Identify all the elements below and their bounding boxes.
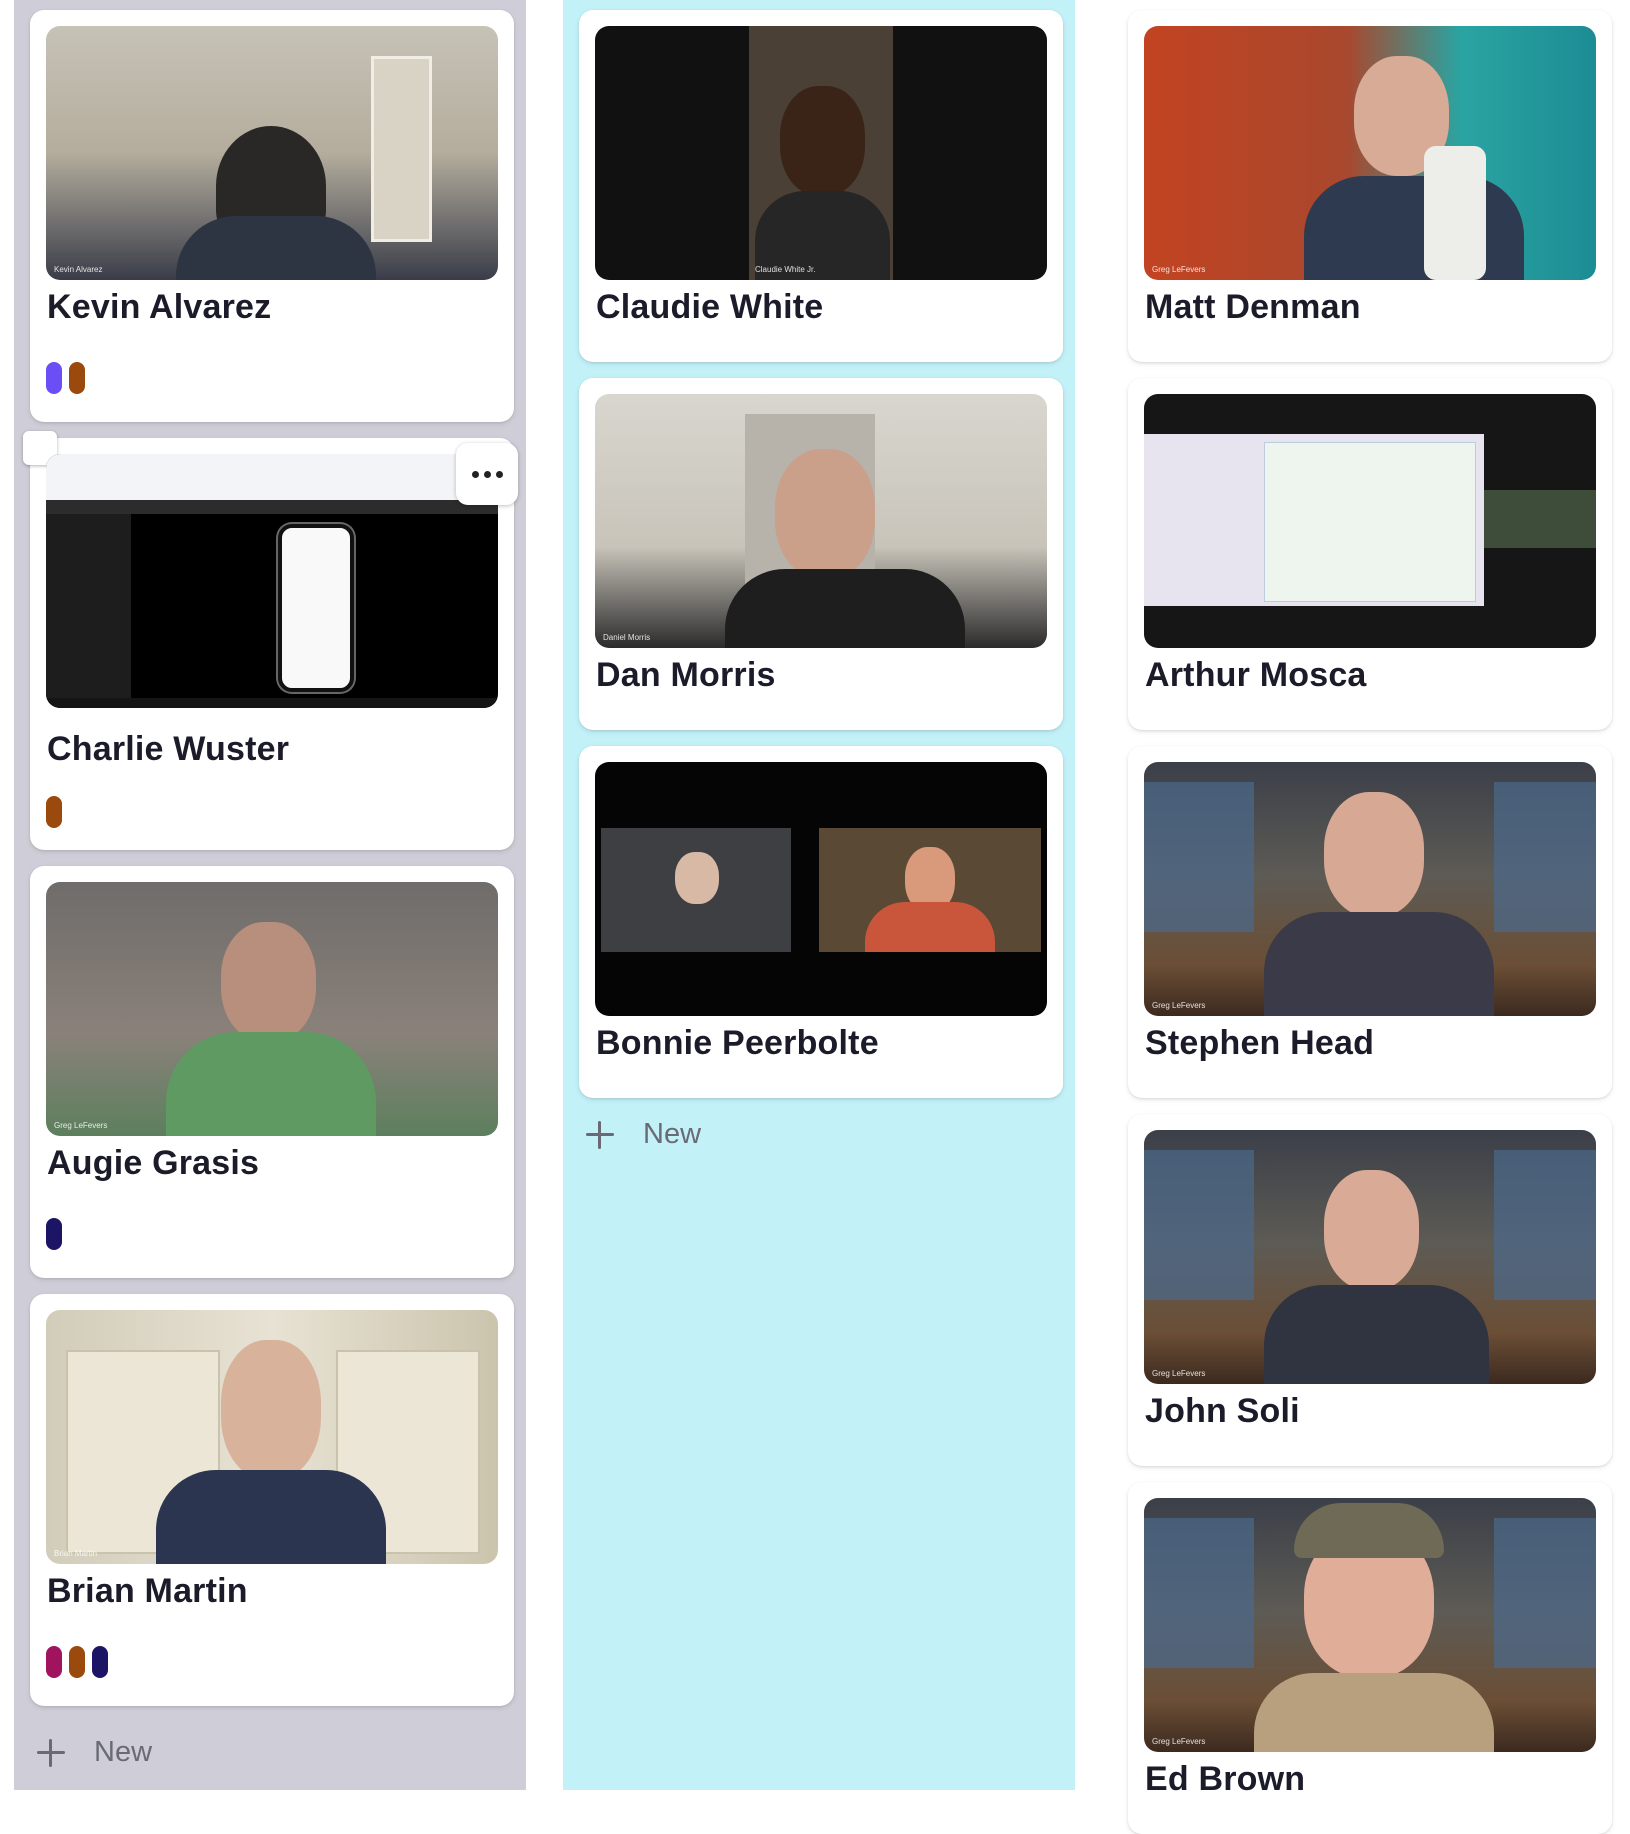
dot-icon [471,470,479,478]
card-john-soli[interactable]: Greg LeFevers John Soli [1128,1114,1612,1466]
card-arthur-mosca[interactable]: Arthur Mosca [1128,378,1612,730]
video-caption: Claudie White Jr. [755,265,816,274]
video-thumbnail: Greg LeFevers [1144,26,1596,280]
card-title: Augie Grasis [47,1144,260,1182]
video-caption: Greg LeFevers [1152,1001,1206,1010]
card-title: Claudie White [596,288,824,326]
more-options-button[interactable] [456,443,518,505]
video-caption: Greg LeFevers [1152,1737,1206,1746]
video-thumbnail: Greg LeFevers [1144,762,1596,1016]
card-title: Bonnie Peerbolte [596,1024,879,1062]
tag-list [46,362,85,394]
tag-brown [46,796,62,828]
board-column-2: Claudie White Jr. Claudie White Daniel M… [563,0,1075,1790]
board-column-3: Greg LeFevers Matt Denman Arthur Mosca G… [1112,0,1624,1834]
video-thumbnail [595,762,1047,1016]
card-title: Charlie Wuster [47,730,290,768]
video-thumbnail: Kevin Alvarez [46,26,498,280]
card-stephen-head[interactable]: Greg LeFevers Stephen Head [1128,746,1612,1098]
new-card-label: New [643,1118,702,1150]
video-caption: Kevin Alvarez [54,265,103,274]
card-augie-grasis[interactable]: Greg LeFevers Augie Grasis [30,866,514,1278]
card-title: Matt Denman [1145,288,1361,326]
video-thumbnail [46,454,498,708]
card-title: Brian Martin [47,1572,248,1610]
board-column-1: Kevin Alvarez Kevin Alvarez Charlie Wust… [14,0,526,1790]
card-bonnie-peerbolte[interactable]: Bonnie Peerbolte [579,746,1063,1098]
tag-brown [69,1646,85,1678]
card-brian-martin[interactable]: Brian Martin Brian Martin [30,1294,514,1706]
card-dan-morris[interactable]: Daniel Morris Dan Morris [579,378,1063,730]
tag-list [46,796,62,828]
tag-purple [46,362,62,394]
video-caption: Greg LeFevers [1152,1369,1206,1378]
video-caption: Greg LeFevers [1152,265,1206,274]
video-thumbnail: Brian Martin [46,1310,498,1564]
tag-navy [46,1218,62,1250]
video-thumbnail: Greg LeFevers [46,882,498,1136]
card-title: John Soli [1145,1392,1300,1430]
tag-brown [69,362,85,394]
video-thumbnail: Claudie White Jr. [595,26,1047,280]
video-caption: Brian Martin [54,1549,98,1558]
card-title: Ed Brown [1145,1760,1306,1798]
video-thumbnail: Daniel Morris [595,394,1047,648]
tag-list [46,1218,62,1250]
dot-icon [495,470,503,478]
video-thumbnail [1144,394,1596,648]
video-thumbnail: Greg LeFevers [1144,1130,1596,1384]
card-title: Arthur Mosca [1145,656,1367,694]
video-caption: Daniel Morris [603,633,651,642]
tag-magenta [46,1646,62,1678]
new-card-label: New [94,1736,153,1768]
card-title: Dan Morris [596,656,776,694]
plus-icon [585,1120,615,1150]
card-ed-brown[interactable]: Greg LeFevers Ed Brown [1128,1482,1612,1834]
card-matt-denman[interactable]: Greg LeFevers Matt Denman [1128,10,1612,362]
card-title: Kevin Alvarez [47,288,272,326]
video-caption: Greg LeFevers [54,1121,108,1130]
card-kevin-alvarez[interactable]: Kevin Alvarez Kevin Alvarez [30,10,514,422]
card-charlie-wuster[interactable]: Charlie Wuster [23,431,518,850]
new-card-button[interactable]: New [36,1736,152,1769]
plus-icon [36,1738,66,1768]
card-title: Stephen Head [1145,1024,1375,1062]
new-card-button[interactable]: New [585,1118,701,1151]
card-claudie-white[interactable]: Claudie White Jr. Claudie White [579,10,1063,362]
tag-list [46,1646,108,1678]
dot-icon [483,470,491,478]
tag-navy [92,1646,108,1678]
video-thumbnail: Greg LeFevers [1144,1498,1596,1752]
